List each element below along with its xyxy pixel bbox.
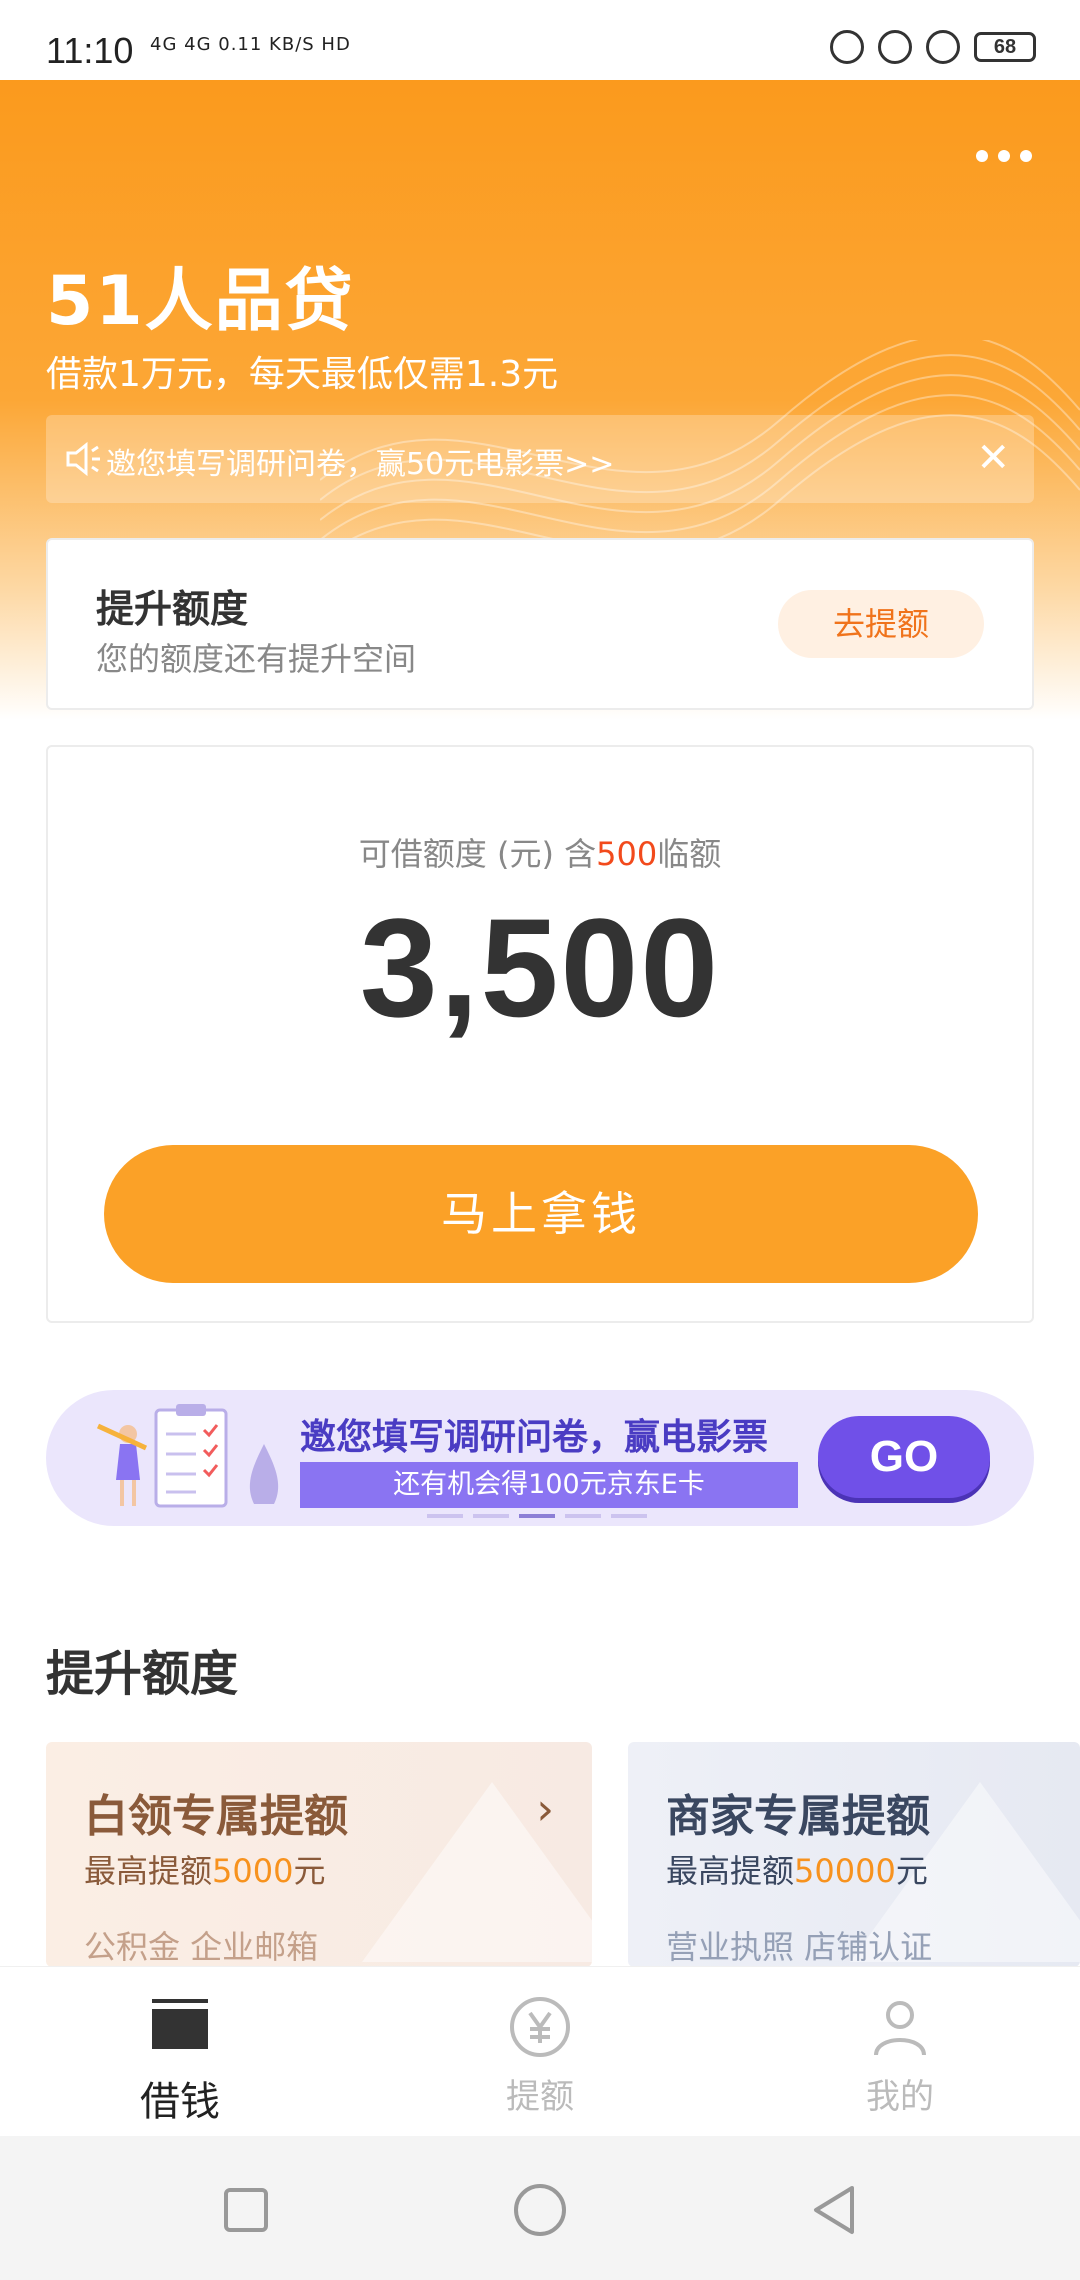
person-icon xyxy=(874,2001,926,2056)
brand-title: 51人品贷 xyxy=(46,262,355,341)
carousel-dot xyxy=(611,1514,647,1518)
mute-icon xyxy=(830,30,864,64)
quota-card-tags: 公积金 企业邮箱 xyxy=(84,1928,319,1966)
tab-mine[interactable]: 我的 xyxy=(800,1967,1000,2137)
survey-banner[interactable]: 邀您填写调研问卷，赢电影票 还有机会得100元京东E卡 GO xyxy=(46,1390,1034,1526)
bottom-tab-bar: 借钱 提额 我的 xyxy=(0,1966,1080,2136)
notice-bar[interactable]: 邀您填写调研问卷，赢50元电影票>> ✕ xyxy=(46,415,1034,503)
status-icons: 68 xyxy=(830,30,1036,64)
lock-icon xyxy=(878,30,912,64)
carousel-dot-active xyxy=(519,1514,555,1518)
limit-label-prefix: 可借额度 (元) 含 xyxy=(358,835,597,873)
wallet-icon xyxy=(152,1999,208,2049)
quota-prefix: 最高提额 xyxy=(666,1852,795,1890)
banner-title: 邀您填写调研问卷，赢电影票 xyxy=(300,1417,769,1458)
promote-title: 提升额度 xyxy=(96,587,249,631)
limit-label: 可借额度 (元) 含500临额 xyxy=(48,829,1032,875)
promote-subtitle: 您的额度还有提升空间 xyxy=(96,640,417,678)
chevron-right-icon: › xyxy=(536,1784,554,1835)
temp-limit-amount: 500 xyxy=(596,835,658,873)
white-collar-quota-card[interactable]: 白领专属提额 › 最高提额5000元 公积金 企业邮箱 xyxy=(46,1742,592,1967)
tab-label: 我的 xyxy=(866,2077,934,2117)
quota-suffix: 元 xyxy=(293,1852,326,1890)
section-title: 提升额度 xyxy=(46,1646,239,1702)
survey-illustration xyxy=(96,1404,279,1508)
quota-prefix: 最高提额 xyxy=(84,1852,213,1890)
quota-suffix: 元 xyxy=(895,1852,928,1890)
merchant-quota-card[interactable]: 商家专属提额 最高提额50000元 营业执照 店铺认证 xyxy=(628,1742,1080,1967)
tab-raise-limit[interactable]: 提额 xyxy=(440,1967,640,2137)
limit-label-suffix: 临额 xyxy=(657,835,722,873)
go-button[interactable]: GO xyxy=(818,1416,990,1498)
quota-card-subtitle: 最高提额5000元 xyxy=(84,1846,325,1892)
back-icon[interactable] xyxy=(804,2180,864,2240)
quota-card-tags: 营业执照 店铺认证 xyxy=(666,1928,933,1966)
carousel-dot xyxy=(565,1514,601,1518)
banner-subtitle: 还有机会得100元京东E卡 xyxy=(300,1462,798,1508)
credit-limit-card: 可借额度 (元) 含500临额 3,500 马上拿钱 xyxy=(46,745,1034,1323)
yen-icon xyxy=(510,1997,570,2057)
status-time: 11:10 xyxy=(46,30,134,71)
home-icon[interactable] xyxy=(510,2180,570,2240)
battery-icon: 68 xyxy=(974,32,1036,62)
brand-subtitle: 借款1万元，每天最低仅需1.3元 xyxy=(46,354,559,395)
raise-limit-button[interactable]: 去提额 xyxy=(778,590,984,658)
status-bar: 11:10 4G 4G 0.11 KB/S HD 68 xyxy=(0,0,1080,80)
system-nav-bar xyxy=(0,2136,1080,2280)
recent-apps-icon[interactable] xyxy=(216,2180,276,2240)
limit-amount: 3,500 xyxy=(359,889,721,1046)
get-cash-button[interactable]: 马上拿钱 xyxy=(104,1145,978,1283)
tab-label: 提额 xyxy=(506,2077,574,2117)
card-decoration xyxy=(362,1782,592,1962)
notice-text: 邀您填写调研问卷，赢50元电影票>> xyxy=(106,447,615,482)
status-network: 4G 4G 0.11 KB/S HD xyxy=(150,34,351,55)
quota-card-title: 商家专属提额 xyxy=(666,1791,930,1842)
alarm-icon xyxy=(926,30,960,64)
quota-card-subtitle: 最高提额50000元 xyxy=(666,1846,928,1892)
quota-card-title: 白领专属提额 xyxy=(84,1791,348,1842)
speaker-icon xyxy=(66,441,100,477)
carousel-dots xyxy=(427,1514,647,1518)
carousel-dot xyxy=(427,1514,463,1518)
quota-amount: 50000 xyxy=(794,1852,896,1890)
more-options-icon[interactable] xyxy=(976,150,1032,162)
tab-borrow[interactable]: 借钱 xyxy=(80,1967,280,2137)
tab-label: 借钱 xyxy=(140,2079,220,2125)
promote-card: 提升额度 您的额度还有提升空间 去提额 xyxy=(46,538,1034,710)
carousel-dot xyxy=(473,1514,509,1518)
close-icon[interactable]: ✕ xyxy=(976,433,1010,483)
quota-amount: 5000 xyxy=(212,1852,294,1890)
